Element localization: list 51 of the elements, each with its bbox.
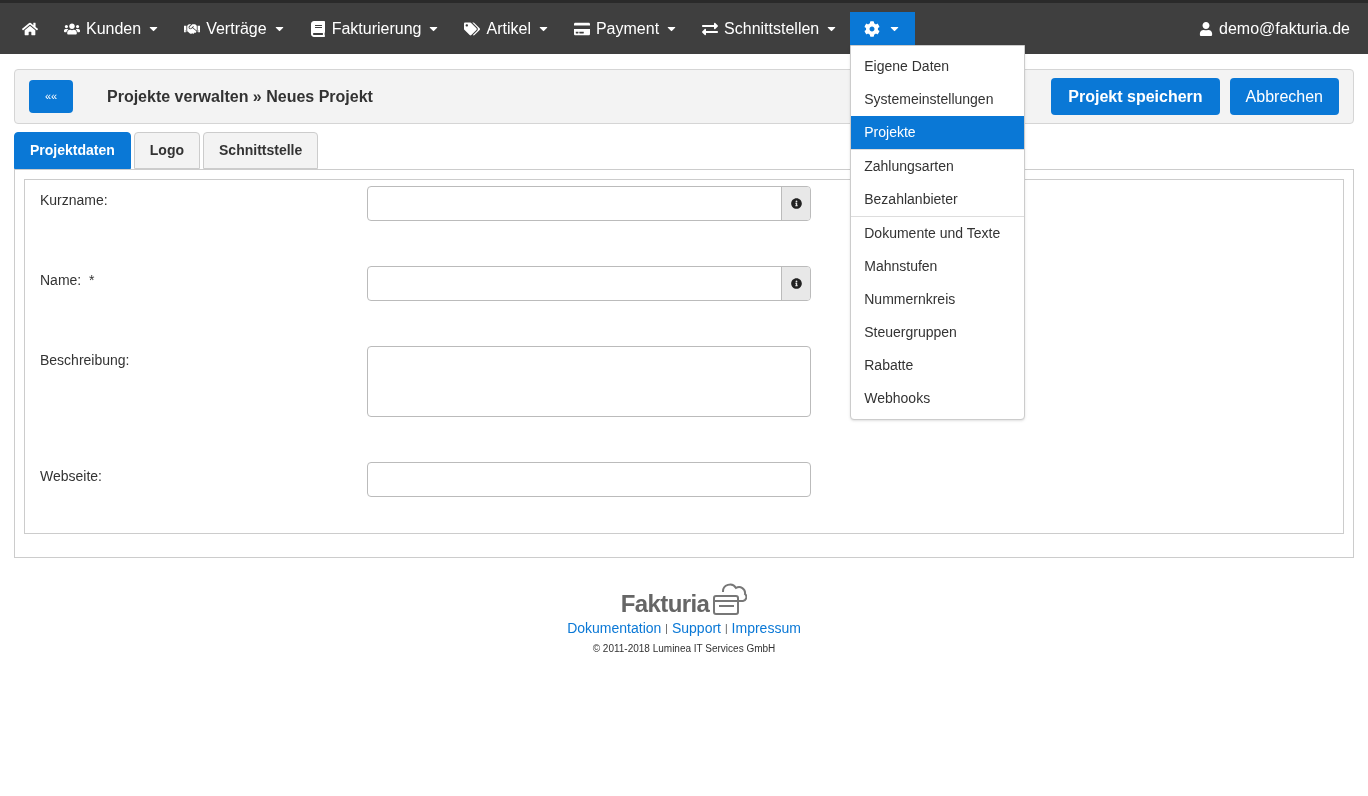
save-button[interactable]: Projekt speichern	[1051, 78, 1220, 115]
text-field[interactable]	[367, 186, 811, 221]
copyright-text: © 2011-2018 Luminea IT Services GmbH	[592, 642, 776, 656]
field-label: Name: *	[40, 271, 96, 290]
book-icon	[309, 20, 326, 37]
user-icon	[1199, 21, 1213, 36]
footer-link[interactable]: Impressum	[731, 618, 801, 639]
user-menu[interactable]: demo@fakturia.de	[1199, 16, 1358, 41]
tab[interactable]: Projektdaten	[14, 132, 131, 169]
credit-card-icon	[573, 20, 590, 37]
dropdown-menu-item[interactable]: Rabatte	[851, 349, 1025, 382]
nav-menu-item[interactable]: Verträge	[172, 12, 298, 45]
field-label: Kurzname:	[40, 191, 109, 210]
info-addon[interactable]	[781, 267, 810, 300]
tab[interactable]: Schnittstelle	[203, 132, 319, 169]
nav-menu-item[interactable]: Fakturierung	[297, 12, 453, 45]
dropdown-menu-item[interactable]: Systemeinstellungen	[851, 83, 1025, 116]
home-icon	[22, 20, 38, 37]
info-icon	[790, 278, 802, 289]
text-field[interactable]	[367, 462, 811, 497]
page-title: Projekte verwalten » Neues Projekt	[107, 86, 373, 107]
dropdown-menu-item[interactable]: Steuergruppen	[851, 316, 1025, 349]
dropdown-menu-item[interactable]: Nummernkreis	[851, 283, 1025, 316]
dropdown-menu-item[interactable]: Webhooks	[851, 382, 1025, 415]
info-addon[interactable]	[781, 187, 810, 220]
footer-logo: Fakturia	[620, 578, 748, 616]
tab[interactable]: Logo	[133, 132, 201, 169]
text-field[interactable]	[367, 266, 811, 301]
footer-link[interactable]: Dokumentation	[567, 618, 662, 639]
info-icon	[790, 198, 802, 209]
cancel-button[interactable]: Abbrechen	[1229, 78, 1339, 115]
nav-menu-item[interactable]: Schnittstellen	[690, 12, 851, 45]
nav-menu-item[interactable]	[850, 12, 916, 45]
arrows-icon	[702, 20, 719, 37]
nav-menu-item[interactable]: Artikel	[452, 12, 562, 45]
nav-menu-item[interactable]: Kunden	[52, 12, 173, 45]
dropdown-menu-item[interactable]: Bezahlanbieter	[851, 183, 1025, 216]
dropdown-menu-item[interactable]: Zahlungsarten	[851, 150, 1025, 183]
back-button[interactable]: ««	[29, 80, 73, 113]
settings-icon	[864, 20, 881, 37]
dropdown-menu-item[interactable]: Mahnstufen	[851, 250, 1025, 283]
link-separator: |	[665, 622, 668, 636]
field-label: Beschreibung:	[40, 351, 131, 370]
dropdown-menu-item[interactable]: Eigene Daten	[851, 50, 1025, 83]
link-separator: |	[725, 622, 728, 636]
field-label: Webseite:	[40, 467, 103, 486]
dropdown-menu-item[interactable]: Projekte	[851, 116, 1025, 149]
nav-menu-item[interactable]: Payment	[561, 12, 691, 45]
footer-link[interactable]: Support	[671, 618, 721, 639]
dropdown-menu-item[interactable]: Dokumente und Texte	[851, 217, 1025, 250]
tag-icon	[464, 20, 481, 37]
